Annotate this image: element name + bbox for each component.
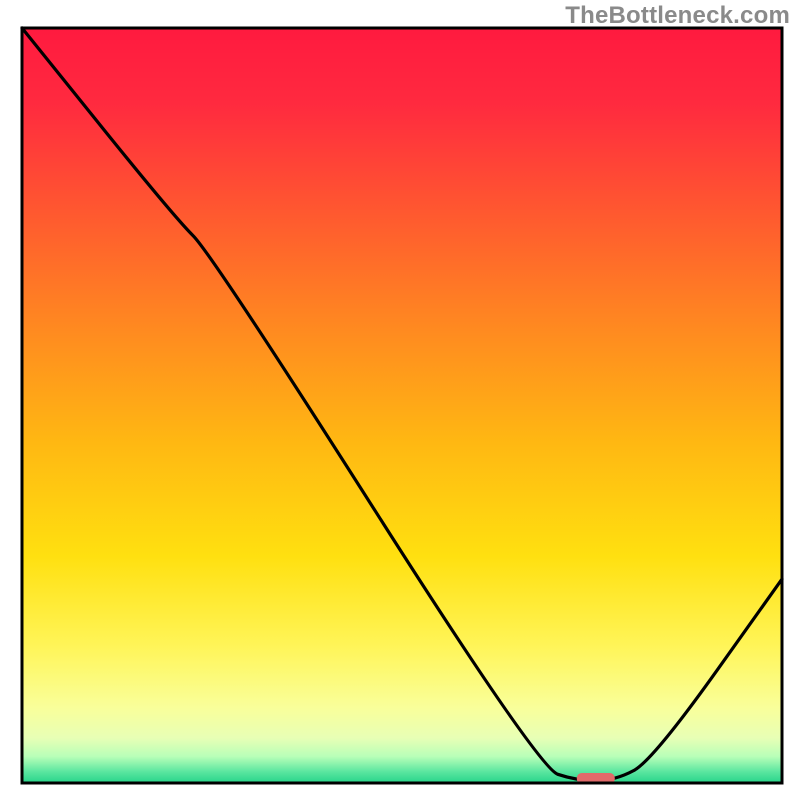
bottleneck-chart <box>0 0 800 800</box>
chart-container: TheBottleneck.com <box>0 0 800 800</box>
watermark-text: TheBottleneck.com <box>565 2 790 30</box>
